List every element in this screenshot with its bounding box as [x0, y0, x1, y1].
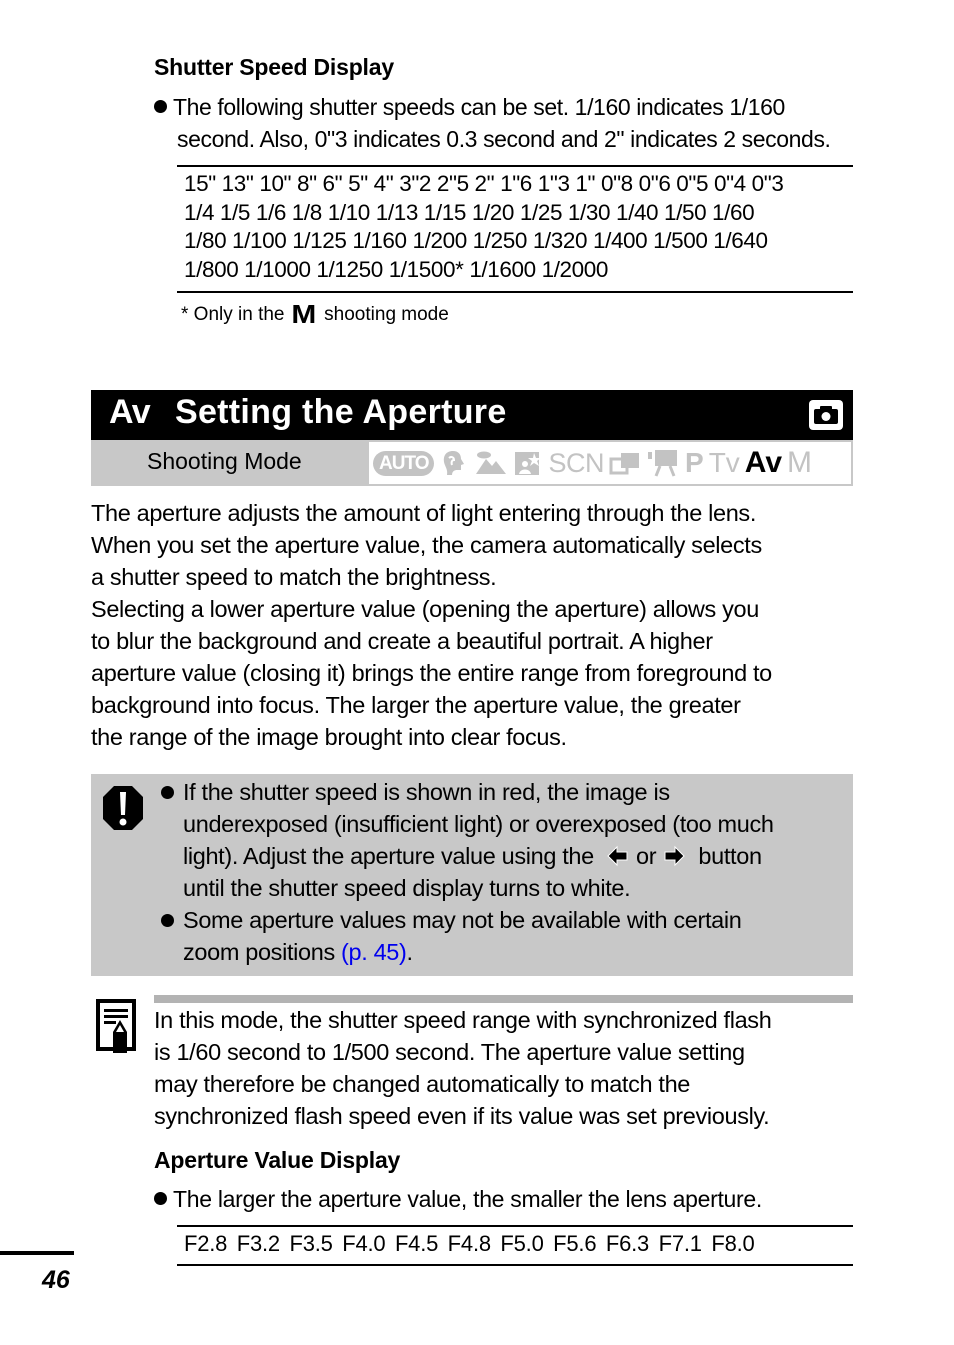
caution-line: Some aperture values may not be availabl… — [183, 907, 742, 933]
page-45-link[interactable]: (p. 45) — [341, 939, 407, 965]
body-line: aperture value (closing it) brings the e… — [91, 660, 772, 686]
caution-icon — [101, 784, 145, 832]
bullet-text-line: The following shutter speeds can be set.… — [173, 94, 785, 120]
aperture-value: F7.1 — [658, 1231, 702, 1256]
caution-text: zoom positions — [183, 939, 335, 965]
caution-text: light). Adjust the aperture value using … — [183, 843, 594, 869]
av-mode-label: Av — [109, 393, 151, 431]
caution-text: button — [698, 843, 762, 869]
shutter-speed-table: 15" 13" 10" 8" 6" 5" 4" 3"2 2"5 2" 1"6 1… — [184, 170, 784, 284]
caution-item: Some aperture values may not be availabl… — [161, 904, 851, 968]
scn-icon: SCN — [548, 447, 604, 478]
aperture-table-bottom-rule — [177, 1264, 853, 1266]
caution-box: If the shutter speed is shown in red, th… — [91, 774, 853, 976]
speed-row: 1/800 1/1000 1/1250 1/1500* 1/1600 1/200… — [184, 256, 609, 282]
stitch-assist-icon — [609, 450, 641, 476]
speed-row: 15" 13" 10" 8" 6" 5" 4" 3"2 2"5 2" 1"6 1… — [184, 171, 784, 196]
table-bottom-rule — [177, 291, 853, 293]
aperture-value: F4.8 — [447, 1231, 491, 1256]
aperture-table-top-rule — [177, 1225, 853, 1227]
landscape-icon — [474, 449, 508, 477]
section-title-bar: Av Setting the Aperture — [91, 390, 853, 440]
auto-icon: AUTO — [373, 450, 435, 476]
note-line: synchronized flash speed even if its val… — [154, 1103, 770, 1129]
bullet-icon — [161, 914, 174, 927]
caution-text: or — [636, 843, 657, 869]
aperture-value: F4.0 — [342, 1231, 386, 1256]
aperture-value: F4.5 — [394, 1231, 439, 1256]
note-line: may therefore be changed automatically t… — [154, 1071, 691, 1097]
aperture-bullet: The larger the aperture value, the small… — [154, 1183, 762, 1215]
shooting-mode-label: Shooting Mode — [147, 448, 302, 474]
page-number-rule — [0, 1251, 74, 1255]
shooting-mode-icons: AUTO SCN P Tv Av M — [369, 442, 851, 484]
shutter-speed-heading: Shutter Speed Display — [154, 54, 394, 80]
caution-line: zoom positions (p. 45). — [183, 936, 851, 968]
bullet-icon — [154, 1192, 167, 1206]
note-text: In this mode, the shutter speed range wi… — [154, 1004, 864, 1132]
shutter-speed-bullet: The following shutter speeds can be set.… — [154, 91, 831, 155]
aperture-value: F3.5 — [289, 1231, 333, 1256]
body-line: The aperture adjusts the amount of light… — [91, 500, 757, 526]
av-mode-icon: Av — [744, 446, 783, 479]
bullet-icon — [154, 100, 167, 114]
m-mode-icon: M — [290, 299, 316, 329]
speed-row: 1/4 1/5 1/6 1/8 1/10 1/13 1/15 1/20 1/25… — [184, 199, 755, 225]
body-line: to blur the background and create a beau… — [91, 628, 713, 654]
memo-icon — [96, 998, 140, 1054]
right-arrow-icon — [662, 843, 686, 867]
aperture-value: F6.3 — [605, 1231, 650, 1256]
body-line: background into focus. The larger the ap… — [91, 692, 741, 718]
aperture-value: F5.6 — [553, 1231, 597, 1256]
aperture-value: F3.2 — [236, 1231, 280, 1256]
bullet-text: The larger the aperture value, the small… — [173, 1186, 762, 1212]
left-arrow-icon — [606, 843, 630, 867]
body-line: the range of the image brought into clea… — [91, 724, 567, 750]
footnote-suffix: shooting mode — [324, 304, 449, 325]
body-line: a shutter speed to match the brightness. — [91, 564, 497, 590]
body-paragraph: The aperture adjusts the amount of light… — [91, 497, 861, 753]
table-top-rule — [177, 165, 853, 167]
footnote: * Only in the Mshooting mode — [181, 299, 449, 330]
portrait-icon — [439, 448, 469, 478]
shooting-mode-row: Shooting Mode AUTO SCN P Tv Av M — [91, 440, 853, 486]
caution-text: . — [406, 939, 414, 965]
caution-line: If the shutter speed is shown in red, th… — [183, 779, 670, 805]
page-number: 46 — [42, 1266, 70, 1294]
aperture-value: F2.8 — [184, 1231, 228, 1256]
movie-icon — [646, 448, 680, 478]
bullet-text-line: second. Also, 0"3 indicates 0.3 second a… — [177, 126, 831, 152]
note-divider — [154, 995, 853, 1003]
caution-item: If the shutter speed is shown in red, th… — [161, 776, 851, 904]
caution-line: underexposed (insufficient light) or ove… — [183, 811, 774, 837]
footnote-prefix: * Only in the — [181, 304, 285, 325]
aperture-value: F5.0 — [500, 1231, 544, 1256]
caution-line: light). Adjust the aperture value using … — [183, 840, 851, 872]
aperture-value: F8.0 — [711, 1231, 755, 1256]
tv-mode-icon: Tv — [708, 447, 740, 478]
aperture-values: F2.8 F3.2 F3.5 F4.0 F4.5 F4.8 F5.0 F5.6 F6.3 F7.1… — [184, 1231, 764, 1257]
body-line: When you set the aperture value, the cam… — [91, 532, 762, 558]
bullet-icon — [161, 786, 174, 799]
caution-line: until the shutter speed display turns to… — [183, 875, 631, 901]
aperture-value-heading: Aperture Value Display — [154, 1147, 401, 1173]
speed-row: 1/80 1/100 1/125 1/160 1/200 1/250 1/320… — [184, 228, 768, 254]
p-mode-icon: P — [685, 447, 704, 478]
note-line: In this mode, the shutter speed range wi… — [154, 1007, 772, 1033]
caution-list: If the shutter speed is shown in red, th… — [161, 776, 851, 968]
section-title: Setting the Aperture — [175, 393, 507, 431]
note-line: is 1/60 second to 1/500 second. The aper… — [154, 1039, 745, 1065]
night-scene-icon — [513, 449, 543, 477]
m-mode-icon: M — [787, 446, 813, 479]
camera-icon — [809, 400, 843, 430]
body-line: Selecting a lower aperture value (openin… — [91, 596, 759, 622]
